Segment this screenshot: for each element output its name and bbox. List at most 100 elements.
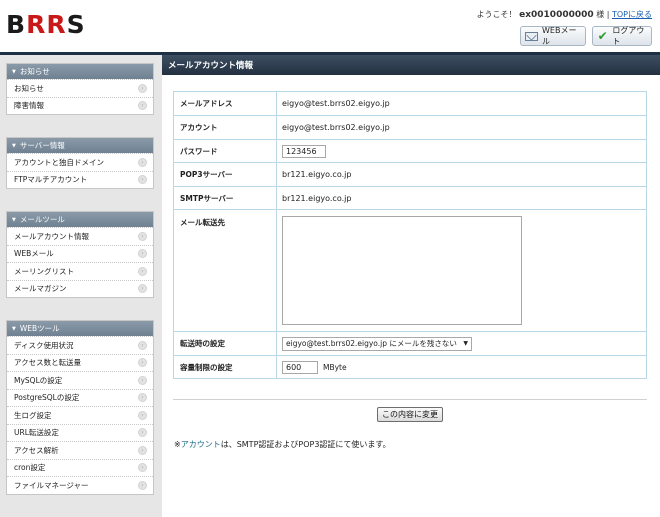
- forward-setting-select[interactable]: eigyo@test.brrs02.eigyo.jp にメールを残さない ▼: [282, 336, 472, 351]
- sidebar-item-file-manager[interactable]: ファイルマネージャー ›: [7, 476, 153, 494]
- smtp-value: br121.eigyo.co.jp: [276, 186, 647, 210]
- arrow-icon: ›: [138, 445, 147, 455]
- row-label: アカウント: [173, 115, 277, 140]
- sidebar-section-web: ▼ WEBツール ディスク使用状況 › アクセス数と転送量 › MySQLの設定 › P…: [6, 320, 154, 495]
- sidebar-item-label: PostgreSQLの設定: [14, 393, 80, 403]
- table-row: SMTPサーバー br121.eigyo.co.jp: [173, 186, 647, 210]
- sidebar-item-url-forward[interactable]: URL転送設定 ›: [7, 423, 153, 442]
- table-row: POP3サーバー br121.eigyo.co.jp: [173, 162, 647, 187]
- sidebar-item-label: MySQLの設定: [14, 375, 63, 385]
- sidebar-item-postgresql[interactable]: PostgreSQLの設定 ›: [7, 388, 153, 407]
- page-title-text: メールアカウント情報: [168, 61, 254, 71]
- password-input[interactable]: [282, 144, 326, 158]
- sidebar-item-outage[interactable]: 障害情報 ›: [7, 96, 153, 115]
- arrow-icon: ›: [138, 410, 147, 420]
- arrow-icon: ›: [138, 428, 147, 438]
- table-row: パスワード: [173, 139, 647, 163]
- sidebar-item-webmail[interactable]: WEBメール ›: [7, 244, 153, 263]
- arrow-icon: ›: [138, 83, 147, 93]
- sidebar-item-label: ファイルマネージャー: [14, 480, 89, 490]
- sidebar-item-ftp[interactable]: FTPマルチアカウント ›: [7, 170, 153, 189]
- password-cell: [276, 139, 647, 163]
- sidebar-section-header: ▼ サーバー情報: [7, 138, 153, 153]
- sidebar-item-account-domain[interactable]: アカウントと独自ドメイン ›: [7, 153, 153, 171]
- logout-button[interactable]: ✔ ログアウト: [592, 26, 652, 46]
- footnote: ※アカウントは、SMTP認証およびPOP3認証にて使います。: [174, 439, 391, 450]
- sidebar-item-raw-log[interactable]: 生ログ設定 ›: [7, 406, 153, 424]
- sidebar-item-label: アカウントと独自ドメイン: [14, 157, 104, 167]
- honorific: 様: [596, 10, 605, 19]
- sidebar-section-server: ▼ サーバー情報 アカウントと独自ドメイン › FTPマルチアカウント ›: [6, 137, 154, 189]
- forward-cell: [276, 209, 647, 332]
- submit-button[interactable]: この内容に変更: [377, 407, 443, 422]
- check-icon: ✔: [597, 29, 608, 43]
- sidebar-item-news[interactable]: お知らせ ›: [7, 79, 153, 97]
- row-label: パスワード: [173, 139, 277, 163]
- arrow-icon: ›: [138, 175, 147, 185]
- sidebar-item-label: 障害情報: [14, 101, 44, 111]
- top-link[interactable]: TOPに戻る: [612, 10, 652, 19]
- note-text: は、SMTP認証およびPOP3認証にて使います。: [220, 440, 391, 449]
- arrow-icon: ›: [138, 249, 147, 259]
- header: BRRS ようこそ！ ex0010000000 様 | TOPに戻る WEBメー…: [0, 0, 660, 52]
- logo-letter: B: [6, 10, 27, 39]
- arrow-icon: ›: [138, 463, 147, 473]
- sidebar-section-header: ▼ WEBツール: [7, 321, 153, 336]
- sidebar-item-mailing-list[interactable]: メーリングリスト ›: [7, 262, 153, 280]
- mail-account-table: メールアドレス eigyo@test.brrs02.eigyo.jp アカウント…: [173, 91, 647, 379]
- arrow-icon: ›: [138, 284, 147, 294]
- sidebar-item-label: 生ログ設定: [14, 410, 52, 420]
- sidebar-item-mysql[interactable]: MySQLの設定 ›: [7, 371, 153, 389]
- sidebar-item-mail-account[interactable]: メールアカウント情報 ›: [7, 227, 153, 245]
- web-mail-button[interactable]: WEBメール: [520, 26, 586, 46]
- select-value: eigyo@test.brrs02.eigyo.jp にメールを残さない: [286, 339, 457, 348]
- quota-input[interactable]: [282, 360, 318, 374]
- sidebar-item-disk[interactable]: ディスク使用状況 ›: [7, 336, 153, 354]
- user-id: ex0010000000: [519, 10, 594, 20]
- separator: |: [606, 10, 610, 19]
- brrs-logo[interactable]: BRRS: [6, 10, 86, 39]
- table-row: アカウント eigyo@test.brrs02.eigyo.jp: [173, 115, 647, 140]
- row-label: 転送時の設定: [173, 331, 277, 356]
- sidebar-item-magazine[interactable]: メールマガジン ›: [7, 279, 153, 298]
- arrow-icon: ›: [138, 157, 147, 167]
- sidebar-section-mail: ▼ メールツール メールアカウント情報 › WEBメール › メーリングリスト › メー…: [6, 211, 154, 298]
- sidebar-item-label: アクセス解析: [14, 445, 59, 455]
- sidebar-item-label: メールアカウント情報: [14, 231, 89, 241]
- sidebar-item-cron[interactable]: cron設定 ›: [7, 458, 153, 477]
- logout-label: ログアウト: [612, 26, 645, 46]
- table-row: メールアドレス eigyo@test.brrs02.eigyo.jp: [173, 91, 647, 116]
- collapse-icon: ▼: [12, 142, 16, 149]
- sidebar-section-header: ▼ お知らせ: [7, 64, 153, 79]
- sidebar-item-label: FTPマルチアカウント: [14, 175, 88, 185]
- collapse-icon: ▼: [12, 68, 16, 75]
- quota-cell: MByte: [276, 355, 647, 379]
- arrow-icon: ›: [138, 340, 147, 350]
- page-title: メールアカウント情報: [162, 55, 660, 75]
- pop3-value: br121.eigyo.co.jp: [276, 162, 647, 187]
- row-label: SMTPサーバー: [173, 186, 277, 210]
- sidebar-item-label: cron設定: [14, 463, 46, 473]
- table-row: 容量制限の設定 MByte: [173, 355, 647, 379]
- logo-letter: S: [66, 10, 86, 39]
- sidebar: ▼ お知らせ お知らせ › 障害情報 › ▼ サーバー情報 アカウントと独自ドメイン › …: [0, 55, 162, 517]
- arrow-icon: ›: [138, 480, 147, 490]
- arrow-icon: ›: [138, 231, 147, 241]
- mail-address-value: eigyo@test.brrs02.eigyo.jp: [276, 91, 647, 116]
- arrow-icon: ›: [138, 393, 147, 403]
- section-title: メールツール: [19, 215, 65, 224]
- section-title: WEBツール: [19, 324, 60, 333]
- web-mail-label: WEBメール: [542, 26, 577, 46]
- sidebar-item-label: メーリングリスト: [14, 266, 74, 276]
- account-value: eigyo@test.brrs02.eigyo.jp: [276, 115, 647, 140]
- forward-textarea[interactable]: [282, 216, 522, 325]
- sidebar-item-label: WEBメール: [14, 249, 54, 259]
- account-link[interactable]: アカウント: [181, 440, 221, 449]
- sidebar-item-label: アクセス数と転送量: [14, 358, 82, 368]
- divider: [173, 399, 647, 400]
- sidebar-item-label: URL転送設定: [14, 428, 59, 438]
- sidebar-item-access-analysis[interactable]: アクセス解析 ›: [7, 441, 153, 459]
- row-label: POP3サーバー: [173, 162, 277, 187]
- sidebar-item-access-transfer[interactable]: アクセス数と転送量 ›: [7, 353, 153, 372]
- sidebar-section-notice: ▼ お知らせ お知らせ › 障害情報 ›: [6, 63, 154, 115]
